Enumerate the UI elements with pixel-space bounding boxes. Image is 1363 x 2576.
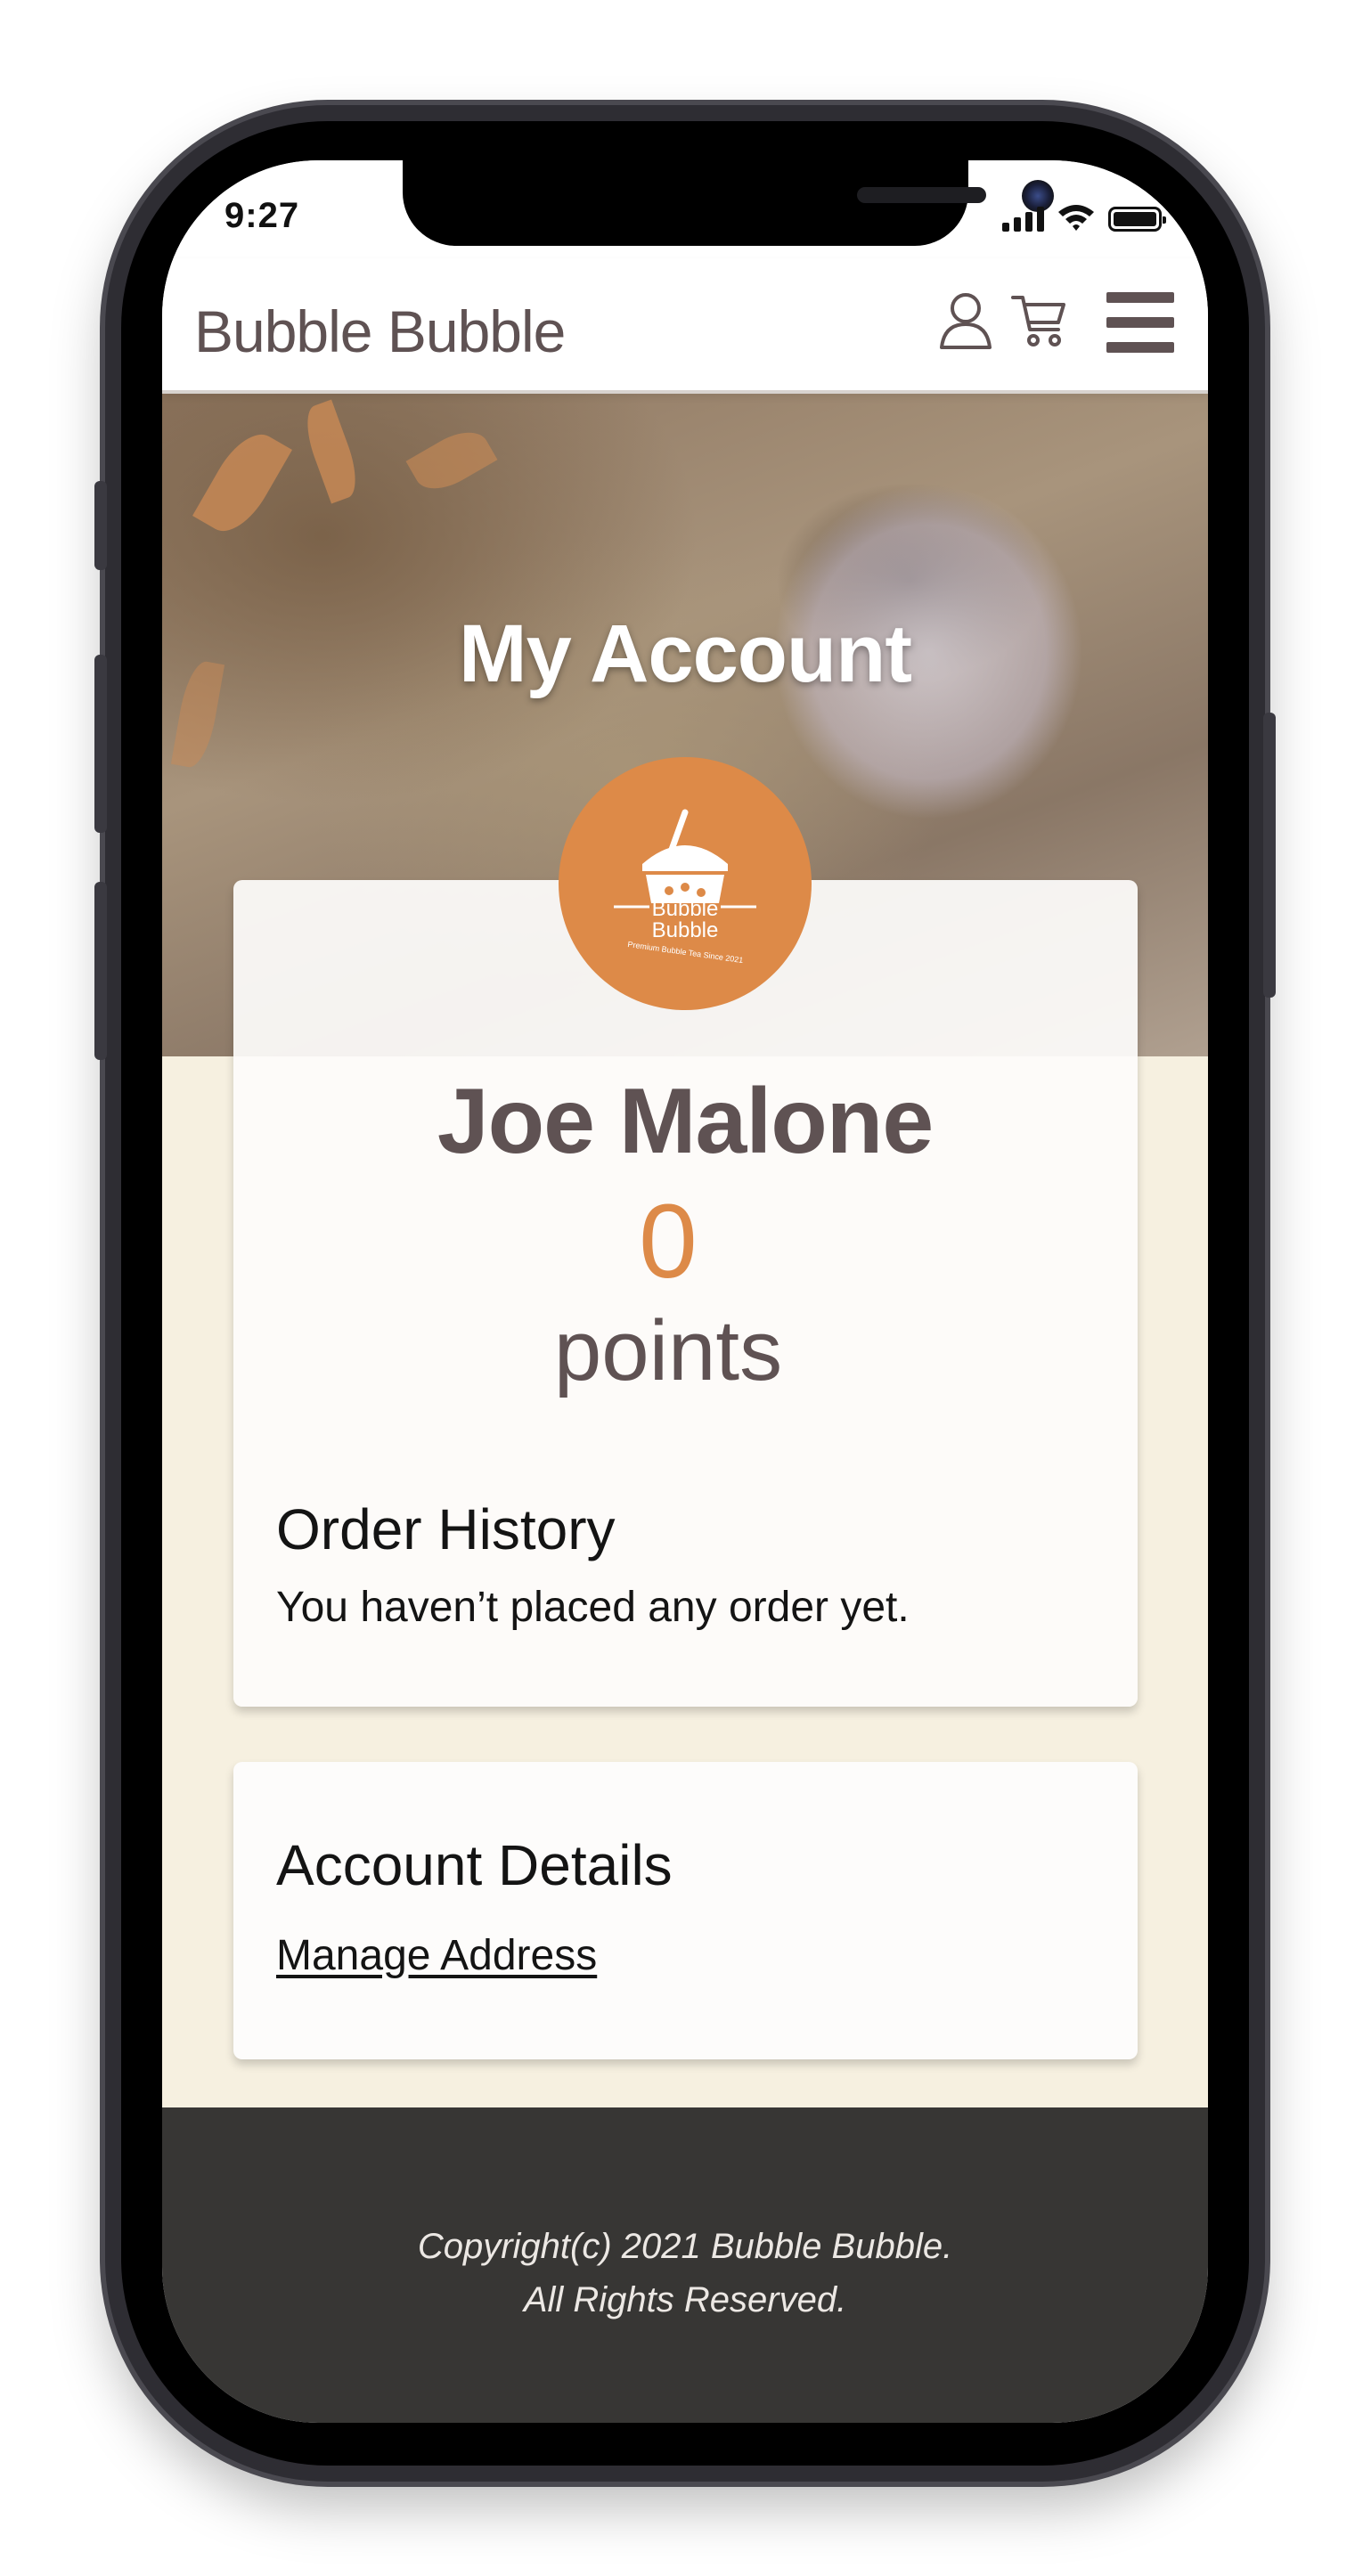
brand-logo-text[interactable]: Bubble Bubble — [194, 298, 566, 365]
status-bar: 9:27 — [162, 160, 1208, 258]
order-history-empty-text: You haven’t placed any order yet. — [276, 1584, 910, 1631]
volume-up-button — [94, 655, 107, 833]
hero-leaf-decoration — [298, 399, 365, 504]
points-value: 0 — [639, 1183, 698, 1300]
points-label: points — [553, 1303, 783, 1398]
hero-leaf-decoration — [192, 423, 292, 542]
user-icon[interactable] — [937, 290, 994, 351]
battery-icon — [1108, 207, 1166, 232]
copyright-line-1: Copyright(c) 2021 Bubble Bubble. — [417, 2227, 953, 2266]
page-title: My Account — [459, 608, 912, 699]
copyright-line-2: All Rights Reserved. — [523, 2280, 847, 2319]
order-history-title: Order History — [276, 1497, 616, 1561]
power-button — [1263, 713, 1276, 998]
status-time: 9:27 — [224, 196, 300, 235]
wifi-icon — [1058, 205, 1094, 231]
logo-tagline: Premium Bubble Tea Since 2021 — [627, 940, 744, 965]
footer: Copyright(c) 2021 Bubble Bubble. All Rig… — [162, 2107, 1208, 2423]
user-name: Joe Malone — [437, 1070, 934, 1173]
logo-text-line1: Bubble — [652, 897, 719, 921]
hero-leaf-decoration — [405, 420, 498, 501]
copyright-text: Copyright(c) 2021 Bubble Bubble. All Rig… — [162, 2220, 1208, 2327]
phone-screen: 9:27 Bubble Bubble My Account Bubble Bub… — [162, 160, 1208, 2423]
earpiece-speaker — [857, 187, 986, 203]
app-header: Bubble Bubble — [162, 258, 1208, 394]
account-details-card — [233, 1762, 1138, 2059]
notch — [403, 160, 1054, 246]
hamburger-menu-icon[interactable] — [1106, 289, 1174, 356]
brand-logo-badge: Bubble Bubble Premium Bubble Tea Since 2… — [559, 757, 812, 1010]
logo-text-line2: Bubble — [652, 918, 719, 942]
status-icons — [1002, 200, 1166, 232]
volume-down-button — [94, 882, 107, 1060]
cart-icon[interactable] — [1010, 290, 1067, 351]
cellular-signal-icon — [1002, 205, 1044, 232]
manage-address-link[interactable]: Manage Address — [276, 1931, 597, 1980]
bubble-tea-cup-icon: Bubble Bubble Premium Bubble Tea Since 2… — [614, 809, 756, 965]
account-details-title: Account Details — [276, 1833, 673, 1897]
mute-switch — [94, 481, 107, 570]
